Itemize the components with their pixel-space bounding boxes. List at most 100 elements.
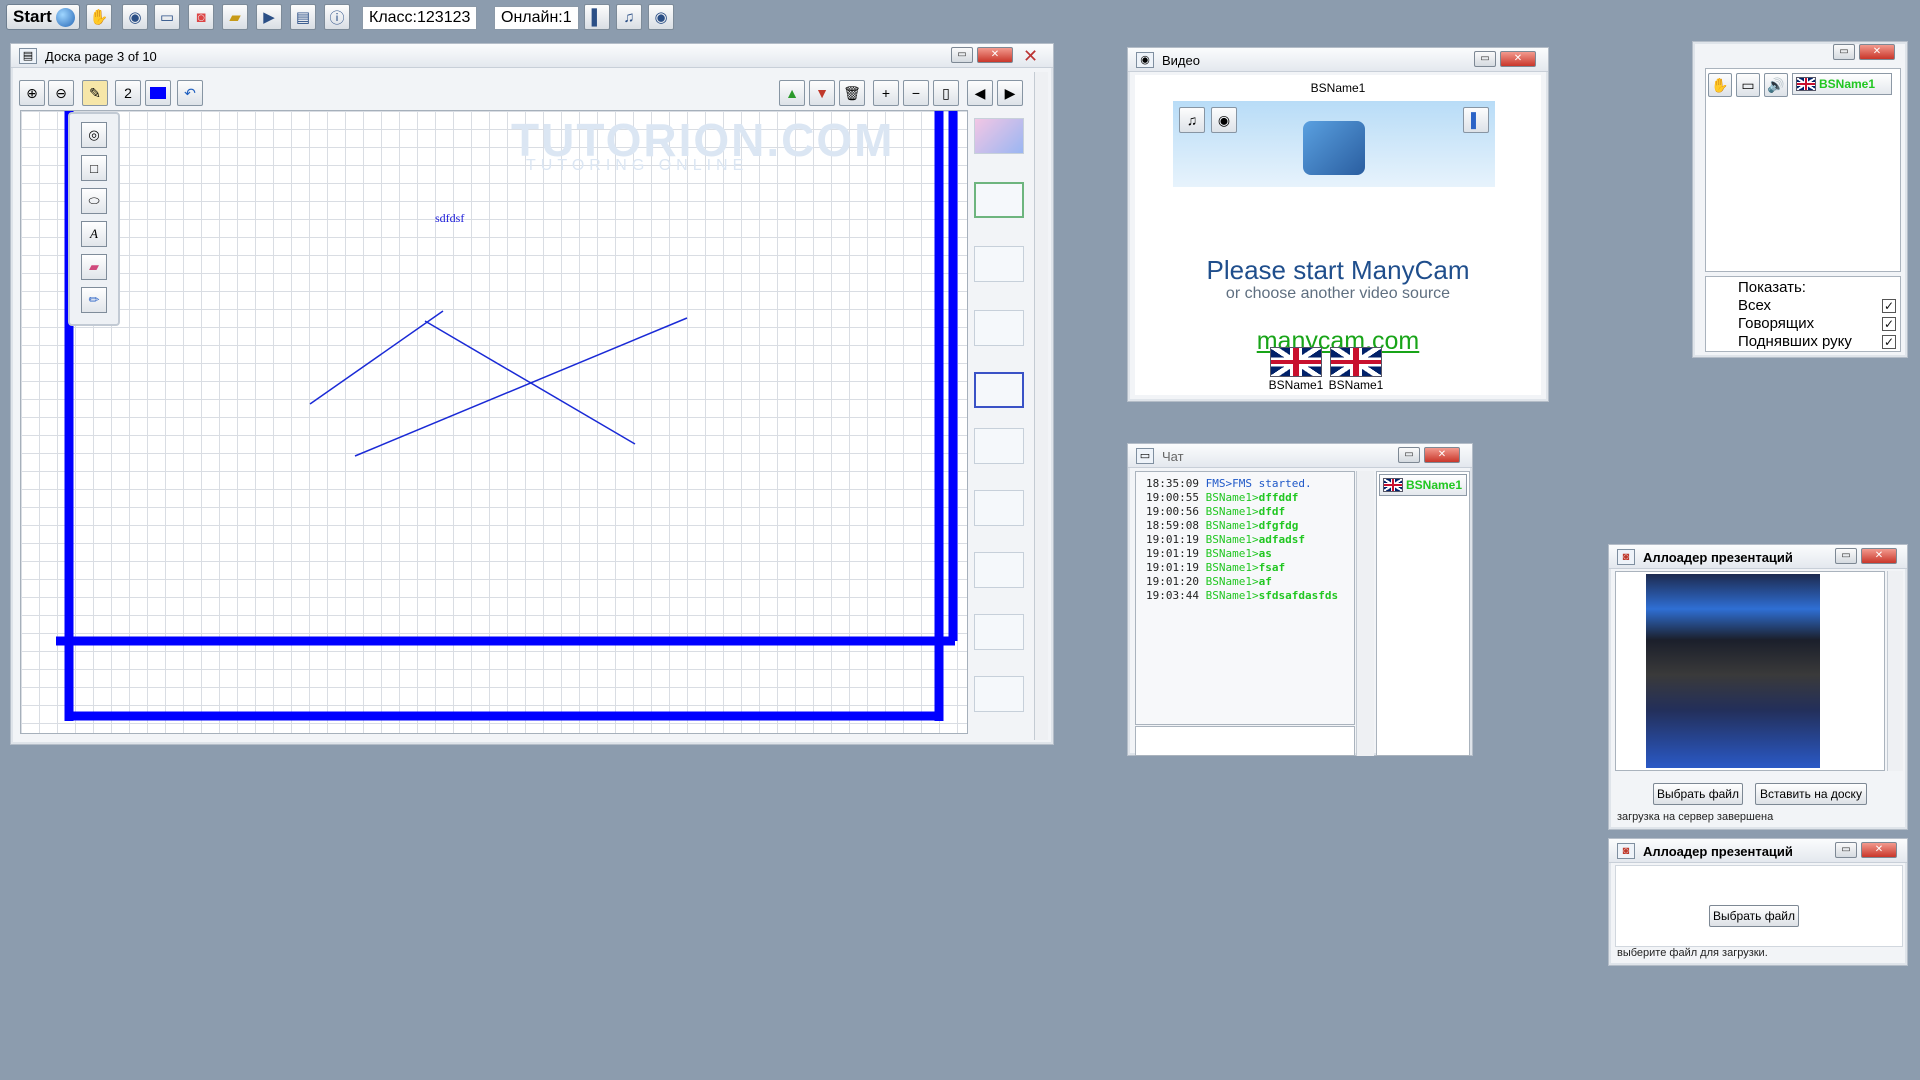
users-close-button[interactable]: ✕ <box>1859 44 1895 60</box>
page-thumb-10[interactable] <box>974 676 1024 712</box>
delete-button[interactable]: 🗑 <box>839 80 865 106</box>
trash-icon: 🗑 <box>843 84 861 101</box>
chat-user-button[interactable]: ▭ <box>1736 73 1760 97</box>
circle-tool[interactable]: ◎ <box>81 122 107 148</box>
audio-toggle[interactable]: ♫ <box>1179 107 1205 133</box>
remove-page-button[interactable]: − <box>903 80 929 106</box>
pen-color-select[interactable] <box>145 80 171 106</box>
uploader-1-close-button[interactable]: ✕ <box>1861 548 1897 564</box>
rectangle-tool[interactable]: □ <box>81 155 107 181</box>
page-thumb-8[interactable] <box>974 552 1024 588</box>
webcam-button[interactable]: ◉ <box>122 4 148 30</box>
chat-titlebar[interactable]: ▭ Чат <box>1128 444 1472 468</box>
volume-toggle[interactable]: ▌ <box>1463 107 1489 133</box>
canvas-text[interactable]: sdfdsf <box>435 211 464 226</box>
uploader-window-2: ◙ Аллоадер презентаций ▭ ✕ Выбрать файл … <box>1608 838 1908 966</box>
page-thumb-2[interactable] <box>974 182 1024 218</box>
mic-level-button[interactable]: ▌ <box>584 4 610 30</box>
message-sender: FMS <box>1205 477 1226 490</box>
page-thumb-5[interactable] <box>974 372 1024 408</box>
bar-icon: ▌ <box>591 8 603 26</box>
uploader-2-status: выберите файл для загрузки. <box>1617 947 1768 959</box>
whiteboard-canvas[interactable]: TUTORION.COM TUTORING ONLINE sdfdsf <box>20 110 968 734</box>
hand-icon: ✋ <box>1711 76 1729 93</box>
chat-button[interactable]: ▭ <box>154 4 180 30</box>
camera-icon: ◉ <box>1217 111 1231 128</box>
eraser-tool[interactable]: ▰ <box>81 254 107 280</box>
video-close-button[interactable]: ✕ <box>1500 51 1536 67</box>
message-sender: BSName1 <box>1205 519 1252 532</box>
ellipse-tool[interactable]: ⬭ <box>81 188 107 214</box>
message-time: 18:35:09 <box>1146 477 1199 490</box>
choose-file-button-2[interactable]: Выбрать файл <box>1709 905 1799 927</box>
board-icon: ▤ <box>295 9 311 26</box>
choose-file-button[interactable]: Выбрать файл <box>1653 783 1743 805</box>
board-titlebar[interactable]: ▤ Доска page 3 of 10 <box>11 44 1053 68</box>
chat-minimize-button[interactable]: ▭ <box>1398 447 1420 463</box>
play-button[interactable]: ▶ <box>256 4 282 30</box>
manycam-subline: or choose another video source <box>1225 285 1451 302</box>
text-icon: A <box>90 226 98 241</box>
hand-user-button[interactable]: ✋ <box>1708 73 1732 97</box>
close-button[interactable]: ✕ <box>977 47 1013 63</box>
chat-input[interactable] <box>1135 726 1355 756</box>
zoom-out-button[interactable]: ⊖ <box>48 80 74 106</box>
clear-page-button[interactable]: ▯ <box>933 80 959 106</box>
chat-close-button[interactable]: ✕ <box>1424 447 1460 463</box>
board-button[interactable]: ▤ <box>290 4 316 30</box>
user-flag-1 <box>1270 347 1322 377</box>
audio-button[interactable]: ♫ <box>616 4 642 30</box>
users-minimize-button[interactable]: ▭ <box>1833 44 1855 60</box>
thumbnails-scrollbar[interactable] <box>1034 72 1048 740</box>
chat-user-chip[interactable]: BSName1 <box>1379 474 1467 496</box>
minimize-button[interactable]: ▭ <box>951 47 973 63</box>
page-thumb-7[interactable] <box>974 490 1024 526</box>
start-button[interactable]: Start <box>6 4 80 30</box>
uploader-2-minimize-button[interactable]: ▭ <box>1835 842 1857 858</box>
pencil-tool[interactable]: ✏ <box>81 287 107 313</box>
users-filter-panel: Показать: Всех ✓ Говорящих ✓ Поднявших р… <box>1705 276 1901 352</box>
filter-raised-hand-checkbox[interactable]: ✓ <box>1882 335 1896 349</box>
uploader-2-close-button[interactable]: ✕ <box>1861 842 1897 858</box>
uploader-1-scrollbar[interactable] <box>1887 571 1903 771</box>
undo-button[interactable]: ↶ <box>177 80 203 106</box>
chat-scrollbar[interactable] <box>1356 471 1374 756</box>
filter-speaking-checkbox[interactable]: ✓ <box>1882 317 1896 331</box>
users-window: ▭ ✕ ✋ ▭ 🔊 BSName1 Показать: Всех ✓ Говор… <box>1692 41 1908 358</box>
add-page-button[interactable]: + <box>873 80 899 106</box>
zoom-in-button[interactable]: ⊕ <box>19 80 45 106</box>
folder-button[interactable]: ▰ <box>222 4 248 30</box>
upload-button[interactable]: ▲ <box>779 80 805 106</box>
users-user-chip[interactable]: BSName1 <box>1792 73 1892 95</box>
ellipse-icon: ⬭ <box>88 193 100 208</box>
page-thumb-3[interactable] <box>974 246 1024 282</box>
online-count: Онлайн:1 <box>494 6 579 30</box>
chat-message: 19:00:56 BSName1>dfdf <box>1146 505 1354 519</box>
uploader-1-minimize-button[interactable]: ▭ <box>1835 548 1857 564</box>
text-tool[interactable]: A <box>81 221 107 247</box>
message-time: 19:00:56 <box>1146 505 1199 518</box>
pen-size-select[interactable]: 2 <box>115 80 141 106</box>
page-thumb-6[interactable] <box>974 428 1024 464</box>
info-button[interactable]: ⓘ <box>324 4 350 30</box>
camera-toggle[interactable]: ◉ <box>1211 107 1237 133</box>
page-thumb-9[interactable] <box>974 614 1024 650</box>
close-x-icon[interactable]: ✕ <box>1023 46 1047 66</box>
message-separator: > <box>1251 533 1259 546</box>
page-icon: ▯ <box>942 84 950 101</box>
prev-page-button[interactable]: ◀ <box>967 80 993 106</box>
speaker-user-button[interactable]: 🔊 <box>1764 73 1788 97</box>
video-user-2[interactable]: BSName1 <box>1318 378 1394 392</box>
camera-button[interactable]: ◉ <box>648 4 674 30</box>
filter-all-checkbox[interactable]: ✓ <box>1882 299 1896 313</box>
page-thumb-1[interactable] <box>974 118 1024 154</box>
page-thumb-4[interactable] <box>974 310 1024 346</box>
video-minimize-button[interactable]: ▭ <box>1474 51 1496 67</box>
download-button[interactable]: ▼ <box>809 80 835 106</box>
insert-to-board-button[interactable]: Вставить на доску <box>1755 783 1867 805</box>
webcam-icon: ◉ <box>1136 52 1154 68</box>
next-page-button[interactable]: ▶ <box>997 80 1023 106</box>
draw-tool-button[interactable]: ✎ <box>82 80 108 106</box>
media-button[interactable]: ◙ <box>188 4 214 30</box>
raise-hand-button[interactable]: ✋ <box>86 4 112 30</box>
